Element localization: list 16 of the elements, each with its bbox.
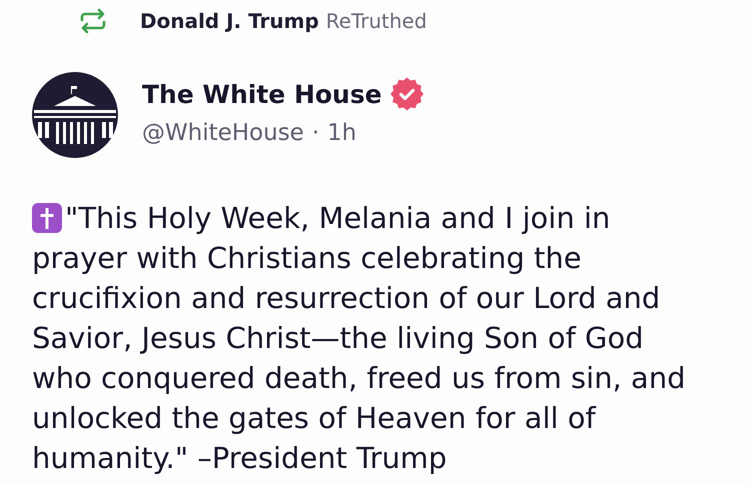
post-text-line: prayer with Christians celebrating the — [32, 240, 582, 277]
separator-dot: · — [312, 120, 320, 146]
post-text-line: crucifixion and resurrection of our Lord and — [32, 280, 660, 317]
post-time: 1h — [327, 120, 356, 146]
author-name[interactable]: The White House — [142, 80, 382, 108]
post-text-line: unlocked the gates of Heaven for all of — [32, 400, 596, 437]
repost-user[interactable]: Donald J. Trump — [140, 9, 319, 33]
author-handle[interactable]: @WhiteHouse — [142, 120, 304, 146]
cross-icon — [32, 203, 62, 233]
building-icon — [32, 72, 118, 158]
post-text-line: Savior, Jesus Christ—the living Son of God — [32, 320, 644, 357]
repost-action: ReTruthed — [326, 9, 427, 33]
repost-icon — [79, 8, 107, 34]
post-text-line: "This Holy Week, Melania and I join in — [65, 200, 610, 237]
post-text-line: humanity." –President Trump — [32, 440, 447, 477]
post-text-line: who conquered death, freed us from sin, and — [32, 360, 686, 397]
